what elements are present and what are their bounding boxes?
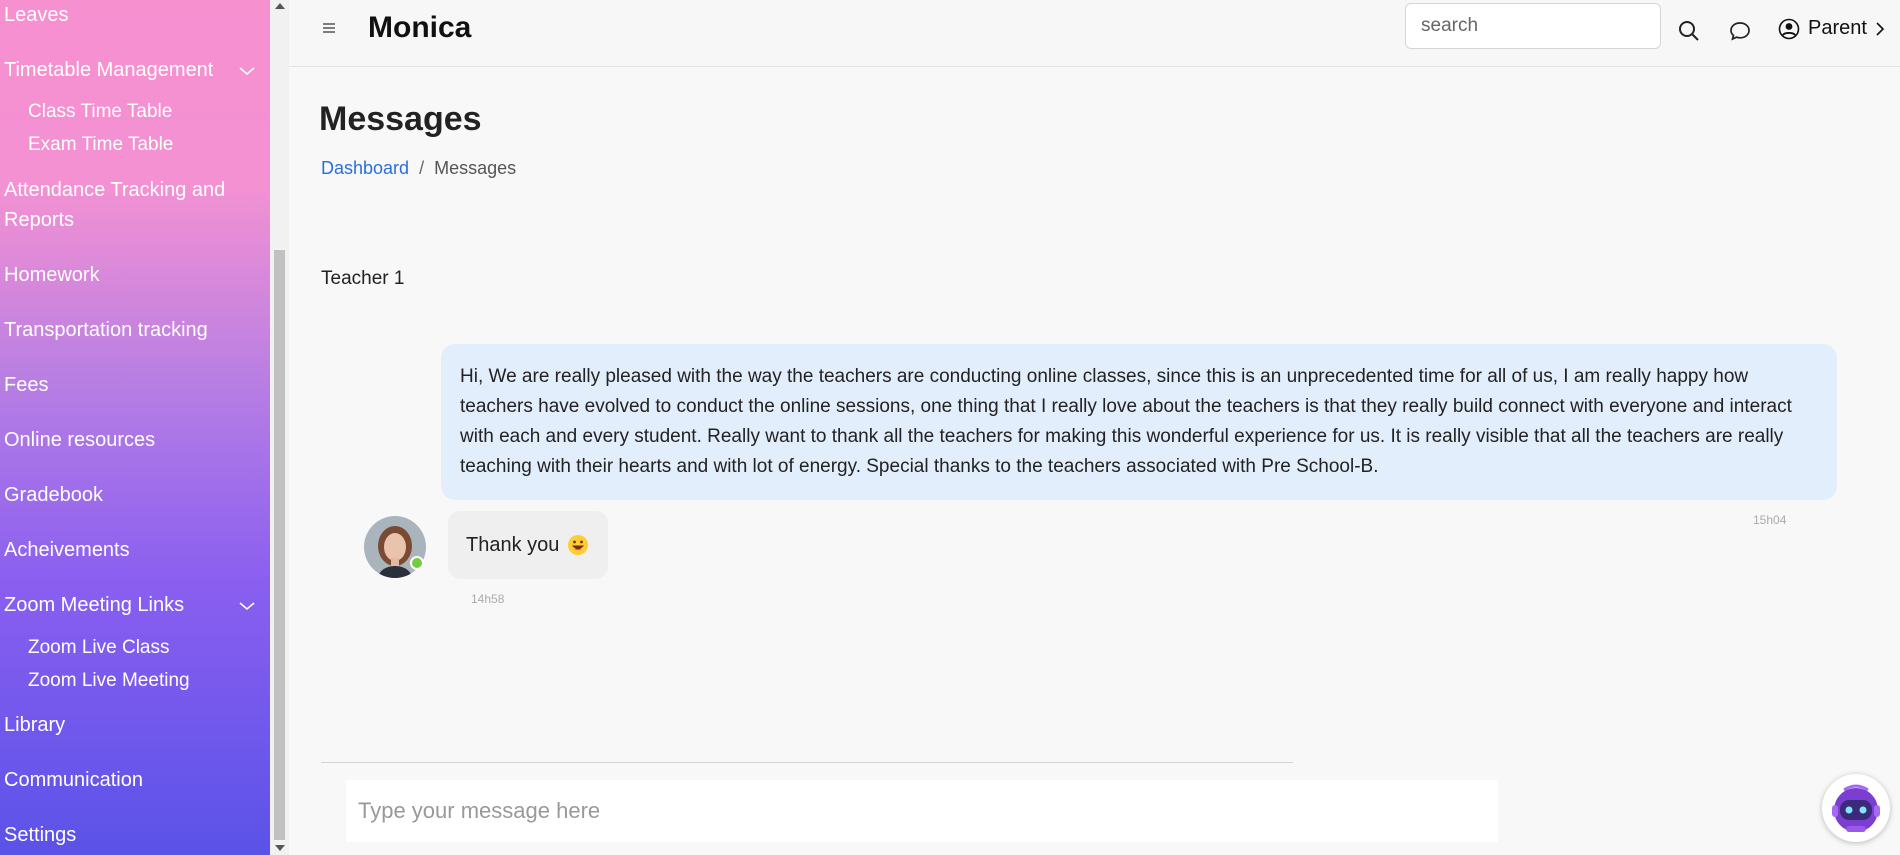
sidebar-item-timetable-management[interactable]: Timetable Management [4,55,213,85]
sidebar-item-library[interactable]: Library [4,710,65,740]
sidebar-item-attendance[interactable]: Attendance Tracking and [4,175,225,205]
breadcrumb-dashboard-link[interactable]: Dashboard [321,158,409,179]
message-timestamp: 14h58 [471,592,505,606]
sidebar-item-communication[interactable]: Communication [4,765,143,795]
scrollbar-thumb[interactable] [274,250,285,840]
sidebar-item-leaves[interactable]: Leaves [4,0,69,30]
outgoing-message: Hi, We are really pleased with the way t… [441,344,1837,500]
hamburger-menu-icon[interactable] [322,21,336,35]
chat-contact-name: Teacher 1 [321,268,405,289]
chatbot-button[interactable] [1822,774,1890,842]
search-input[interactable] [1405,3,1661,49]
chevron-right-icon [1876,21,1885,36]
scroll-down-arrow[interactable] [275,845,285,851]
online-status-indicator [410,556,424,570]
sidebar-item-homework[interactable]: Homework [4,260,100,290]
top-header: Monica Parent [289,0,1900,67]
sidebar: Leaves Timetable Management Class Time T… [0,0,270,855]
user-menu[interactable]: Parent [1778,17,1885,40]
sidebar-item-class-time-table[interactable]: Class Time Table [28,98,172,126]
chevron-down-icon[interactable] [238,597,256,615]
sidebar-item-attendance-reports[interactable]: Reports [4,205,74,235]
sidebar-item-transportation-tracking[interactable]: Transportation tracking [4,315,208,345]
sidebar-item-zoom-live-meeting[interactable]: Zoom Live Meeting [28,667,190,695]
message-input[interactable] [346,780,1498,842]
sidebar-item-fees[interactable]: Fees [4,370,48,400]
sidebar-scrollbar[interactable] [270,0,289,855]
breadcrumb: Dashboard / Messages [321,158,516,179]
user-circle-icon [1778,18,1800,39]
chat-bubble-icon[interactable] [1729,20,1751,42]
message-timestamp: 15h04 [1753,513,1787,527]
page-title: Messages [319,100,482,138]
scroll-up-arrow[interactable] [275,3,285,9]
sidebar-item-zoom-live-class[interactable]: Zoom Live Class [28,634,170,662]
sidebar-item-settings[interactable]: Settings [4,820,76,850]
composer-divider [321,762,1293,763]
breadcrumb-current: Messages [434,158,517,178]
sidebar-item-acheivements[interactable]: Acheivements [4,535,130,565]
user-role-label: Parent [1808,17,1867,39]
incoming-message: Thank you [448,511,608,579]
robot-assistant-icon [1832,784,1880,832]
incoming-message-text: Thank you [466,533,560,556]
sidebar-item-exam-time-table[interactable]: Exam Time Table [28,131,173,159]
sidebar-item-gradebook[interactable]: Gradebook [4,480,103,510]
grinning-emoji-icon [568,535,589,555]
search-icon[interactable] [1677,19,1701,43]
breadcrumb-separator: / [419,158,425,178]
chevron-down-icon[interactable] [238,62,256,80]
sidebar-item-online-resources[interactable]: Online resources [4,425,155,455]
brand-title: Monica [368,11,472,44]
sidebar-item-zoom-meeting-links[interactable]: Zoom Meeting Links [4,590,184,620]
